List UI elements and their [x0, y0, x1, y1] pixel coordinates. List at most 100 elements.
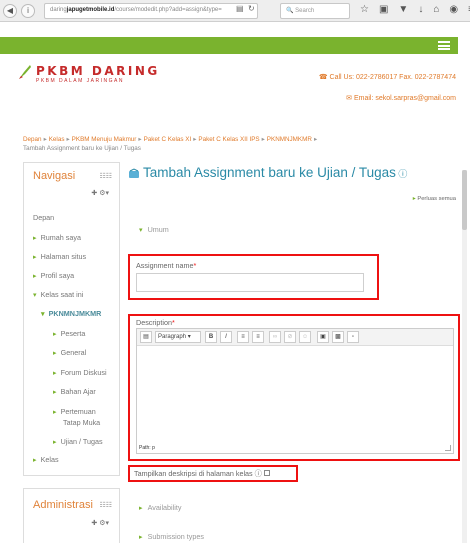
help-icon[interactable]: ⓘ [255, 469, 262, 478]
page-scrollbar[interactable] [462, 170, 467, 543]
sidebar-item-halaman-situs[interactable]: ▸ Halaman situs [33, 252, 86, 261]
page-title: Tambah Assignment baru ke Ujian / Tugas … [143, 165, 407, 180]
chevron-right-icon: ▸ [53, 348, 57, 357]
description-label: Description* [136, 318, 175, 327]
info-icon[interactable]: i [21, 4, 35, 18]
paragraph-select[interactable]: Paragraph ▾ [155, 331, 201, 343]
chevron-right-icon: ▸ [53, 387, 57, 396]
site-subtitle: PKBM DALAM JARINGAN [36, 78, 124, 84]
unordered-list-icon[interactable]: ≡ [237, 331, 249, 343]
pocket-icon[interactable]: ▼ [398, 4, 408, 15]
home-icon[interactable]: ⌂ [433, 4, 439, 15]
breadcrumb-item[interactable]: Kelas [49, 136, 65, 143]
navigation-block: Navigasi ☷☷ ✚ ⚙▾ Depan ▸ Rumah saya ▸ Hala… [23, 162, 120, 476]
image-icon[interactable]: ▣ [317, 331, 329, 343]
sidebar-item-pertemuan[interactable]: ▸ Pertemuan [53, 407, 96, 416]
chevron-down-icon: ▾ [41, 309, 45, 318]
sidebar-item-ujian-tugas[interactable]: ▸ Ujian / Tugas [53, 437, 103, 446]
back-button[interactable]: ◀ [3, 4, 17, 18]
chevron-right-icon: ▸ [139, 532, 143, 541]
breadcrumb-item[interactable]: Paket C Kelas XI [144, 136, 192, 143]
show-description-checkbox[interactable] [263, 470, 270, 476]
search-input[interactable]: 🔍 Search [280, 3, 350, 19]
url-domain: japugetmobile.id [66, 7, 115, 13]
browser-toolbar: ◀ i daringjapugetmobile.id/course/modedi… [0, 0, 470, 22]
editor-path: Path: p [139, 445, 155, 451]
section-umum-label: Umum [147, 225, 169, 234]
navigation-title: Navigasi [33, 170, 76, 182]
sidebar-item-bahan-ajar[interactable]: ▸ Bahan Ajar [53, 387, 96, 396]
chevron-right-icon: ▸ [33, 455, 37, 464]
section-availability-label: Availability [147, 503, 182, 512]
description-editor[interactable]: ▤ Paragraph ▾ B I ≡ ≡ ∞ ⊘ ☺ ▣ ▩ ▫ Path: … [136, 328, 454, 454]
block-actions-icon[interactable]: ✚ ⚙▾ [91, 519, 109, 527]
chevron-down-icon: ▾ [139, 225, 143, 234]
sidebar-item-kelas[interactable]: ▸ Kelas [33, 455, 59, 464]
sidebar-item-profil-saya[interactable]: ▸ Profil saya [33, 271, 74, 280]
expand-all-label: Perluas semua [417, 196, 456, 202]
unlink-icon[interactable]: ⊘ [284, 331, 296, 343]
sync-icon[interactable]: ◉ [449, 4, 458, 15]
url-prefix: daring [50, 7, 67, 13]
show-description-label: Tampilkan deskripsi di halaman kelas ⓘ [134, 469, 270, 479]
media-icon[interactable]: ▩ [332, 331, 344, 343]
help-icon[interactable]: ⓘ [396, 169, 407, 179]
sidebar-item-depan[interactable]: Depan [33, 213, 54, 222]
reload-icon[interactable]: ↻ [248, 4, 255, 13]
bold-button[interactable]: B [205, 331, 217, 343]
chevron-right-icon: ▸ [53, 437, 57, 446]
assignment-name-input[interactable] [136, 273, 364, 292]
reader-view-icon[interactable]: ▤ [236, 4, 244, 13]
hamburger-icon[interactable] [438, 41, 450, 50]
search-placeholder: Search [295, 8, 315, 14]
breadcrumb-item[interactable]: Paket C Kelas XII IPS [198, 136, 259, 143]
block-actions-icon[interactable]: ✚ ⚙▾ [91, 189, 109, 197]
section-submission-types[interactable]: ▸ Submission types [139, 532, 204, 541]
section-availability[interactable]: ▸ Availability [139, 503, 181, 512]
ordered-list-icon[interactable]: ≡ [252, 331, 264, 343]
sidebar-item-forum-diskusi[interactable]: ▸ Forum Diskusi [53, 368, 107, 377]
sidebar-item-general[interactable]: ▸ General [53, 348, 86, 357]
url-bar[interactable]: daringjapugetmobile.id/course/modedit.ph… [44, 3, 258, 19]
sidebar-item-pertemuan-line2[interactable]: Tatap Muka [63, 418, 100, 427]
breadcrumb-item[interactable]: Depan [23, 136, 42, 143]
contact-email[interactable]: ✉ Email: sekol.sarpras@gmail.com [346, 94, 456, 102]
assignment-icon [129, 168, 139, 178]
editor-toolbar: ▤ Paragraph ▾ B I ≡ ≡ ∞ ⊘ ☺ ▣ ▩ ▫ [137, 329, 453, 346]
chevron-right-icon: ▸ [33, 233, 37, 242]
dock-icon[interactable]: ☷☷ [99, 172, 112, 180]
breadcrumb-item[interactable]: PKNMNJMKMR [267, 136, 312, 143]
chevron-right-icon: ▸ [53, 407, 57, 416]
download-icon[interactable]: ↓ [418, 4, 423, 15]
breadcrumb: Depan ▸ Kelas ▸ PKBM Menuju Makmur ▸ Paket C K… [23, 136, 318, 152]
link-icon[interactable]: ∞ [269, 331, 281, 343]
toolbar-toggle-icon[interactable]: ▤ [140, 331, 152, 343]
library-icon[interactable]: ▣ [379, 4, 388, 15]
sidebar-item-rumah-saya[interactable]: ▸ Rumah saya [33, 233, 81, 242]
chevron-right-icon: ▸ [33, 271, 37, 280]
browser-icons: ☆ ▣ ▼ ↓ ⌂ ◉ ≡ [360, 4, 470, 15]
bookmark-star-icon[interactable]: ☆ [360, 4, 369, 15]
contact-phone-text: Call Us: 022-2786017 Fax. 022-2787474 [329, 74, 456, 81]
breadcrumb-item[interactable]: PKBM Menuju Makmur [72, 136, 137, 143]
site-title: PKBM DARING [36, 64, 160, 78]
chevron-right-icon: ▸ [33, 252, 37, 261]
chevron-right-icon: ▸ [53, 368, 57, 377]
file-icon[interactable]: ▫ [347, 331, 359, 343]
sidebar-item-course[interactable]: ▾ PKNMNJMKMR [41, 309, 101, 318]
assignment-name-label: Assignment name* [136, 261, 197, 270]
section-submission-label: Submission types [147, 532, 204, 541]
resize-handle[interactable] [445, 445, 451, 451]
emoticon-icon[interactable]: ☺ [299, 331, 312, 343]
sidebar-item-kelas-saat-ini[interactable]: ▾ Kelas saat ini [33, 290, 83, 299]
breadcrumb-current: Tambah Assignment baru ke Ujian / Tugas [23, 145, 141, 152]
expand-all-link[interactable]: ▸ Perluas semua [413, 196, 456, 202]
page-title-text: Tambah Assignment baru ke Ujian / Tugas [143, 165, 396, 180]
scrollbar-thumb[interactable] [462, 170, 467, 230]
url-path: /course/modedit.php?add=assign&type= [114, 7, 222, 13]
italic-button[interactable]: I [220, 331, 232, 343]
pencil-leaf-icon [19, 65, 31, 79]
sidebar-item-peserta[interactable]: ▸ Peserta [53, 329, 85, 338]
section-umum[interactable]: ▾ Umum [139, 225, 169, 234]
dock-icon[interactable]: ☷☷ [99, 501, 112, 509]
